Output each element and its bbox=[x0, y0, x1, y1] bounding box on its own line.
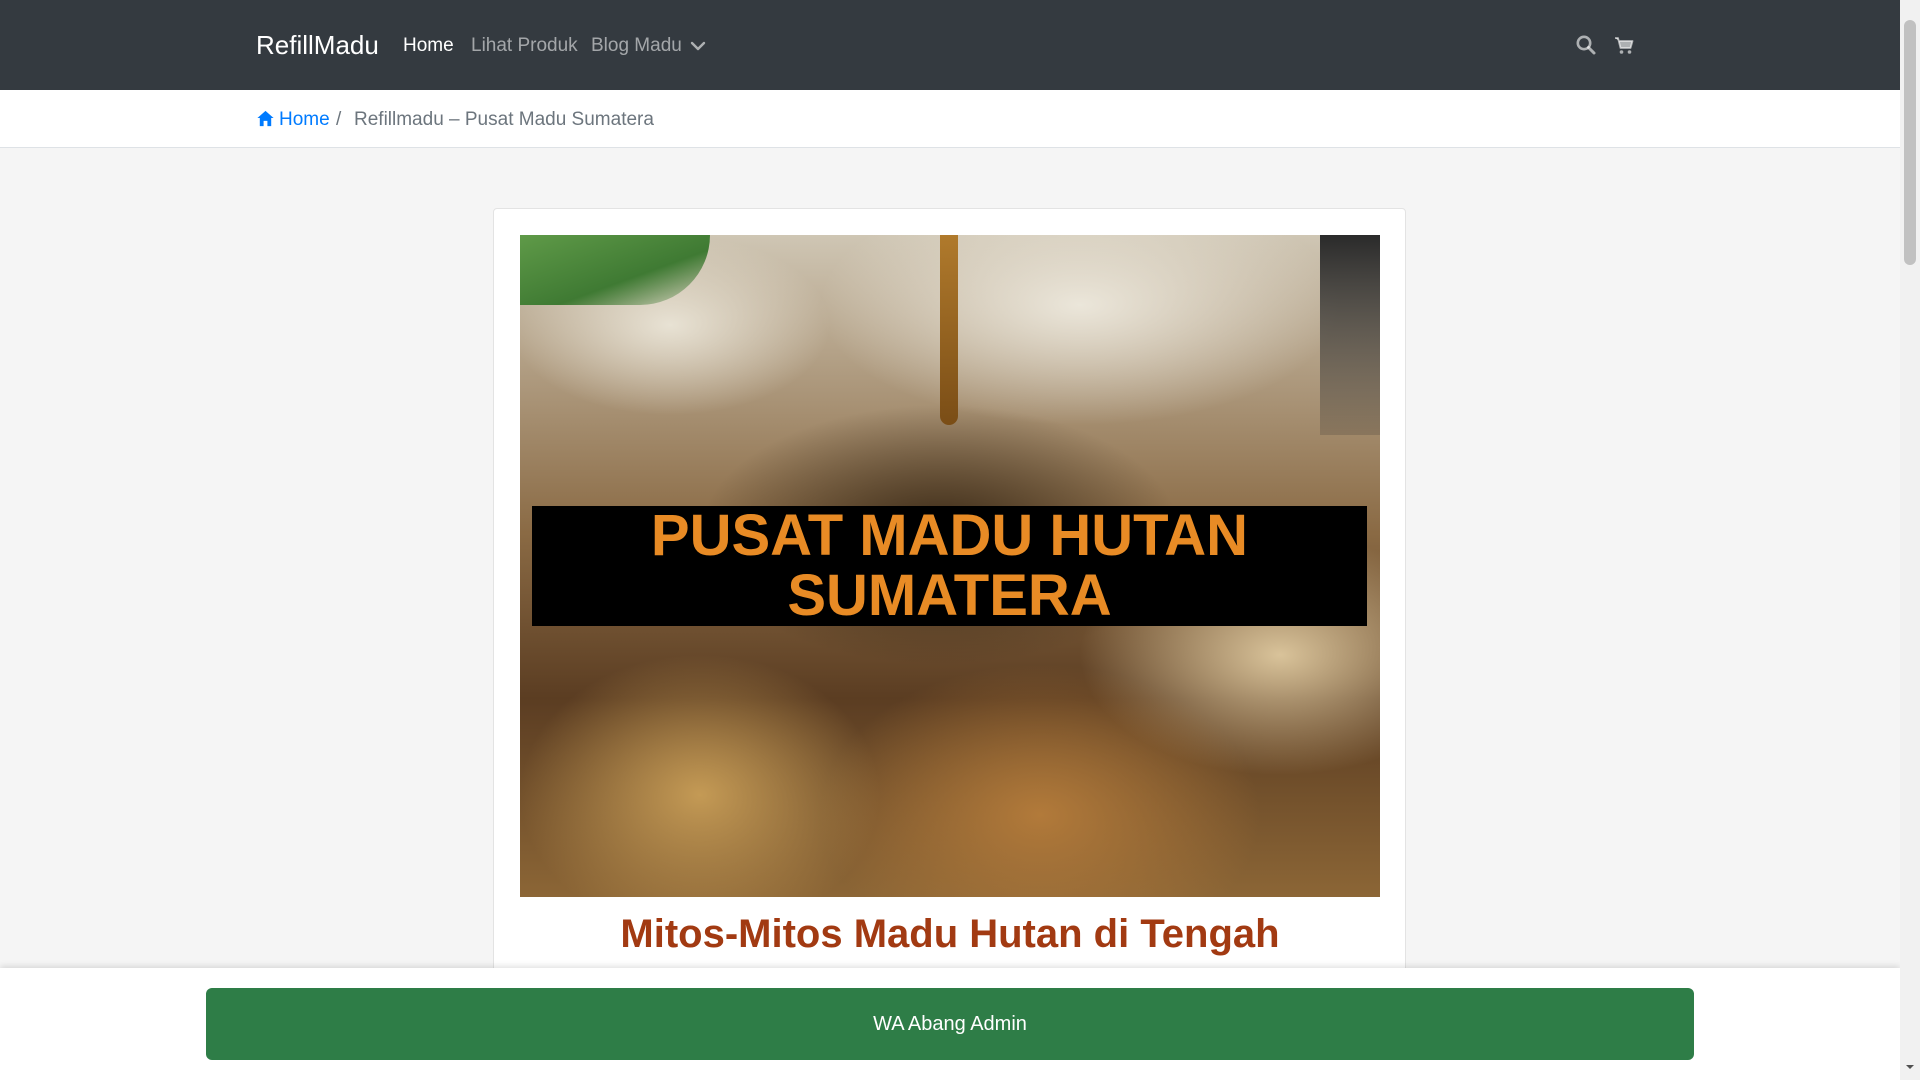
scroll-down-arrow-icon[interactable] bbox=[1905, 1062, 1915, 1072]
hero-image: PUSAT MADU HUTAN SUMATERA bbox=[520, 235, 1380, 897]
hero-banner-line1: PUSAT MADU HUTAN bbox=[650, 503, 1249, 568]
chevron-down-icon[interactable] bbox=[688, 36, 708, 56]
breadcrumb-home-link[interactable]: Home bbox=[279, 107, 330, 133]
sticky-footer: WA Abang Admin bbox=[0, 968, 1900, 1080]
scrollbar-thumb[interactable] bbox=[1904, 20, 1916, 265]
nav-blog-madu[interactable]: Blog Madu bbox=[591, 33, 682, 59]
hero-banner-line2: SUMATERA bbox=[787, 563, 1112, 628]
breadcrumb-separator: / bbox=[336, 109, 342, 130]
hero-banner: PUSAT MADU HUTAN SUMATERA bbox=[532, 506, 1367, 626]
scrollbar[interactable] bbox=[1900, 0, 1920, 1080]
page: RefillMadu Home Lihat Produk Blog Madu H… bbox=[0, 0, 1900, 1080]
nav-home[interactable]: Home bbox=[403, 33, 454, 59]
top-navbar: RefillMadu Home Lihat Produk Blog Madu bbox=[0, 0, 1900, 90]
cart-icon[interactable] bbox=[1613, 34, 1635, 56]
brand-logo[interactable]: RefillMadu bbox=[256, 28, 379, 62]
hero-banner-text: PUSAT MADU HUTAN SUMATERA bbox=[532, 506, 1367, 626]
image-shadow bbox=[1320, 235, 1380, 435]
breadcrumb: Home / Refillmadu – Pusat Madu Sumatera bbox=[0, 90, 1900, 148]
honey-stream bbox=[940, 235, 958, 425]
whatsapp-admin-button[interactable]: WA Abang Admin bbox=[206, 988, 1694, 1060]
home-icon[interactable] bbox=[256, 109, 275, 128]
post-title[interactable]: Mitos-Mitos Madu Hutan di Tengah bbox=[520, 908, 1380, 960]
search-icon[interactable] bbox=[1575, 34, 1597, 56]
leaf-decoration bbox=[520, 235, 710, 305]
nav-lihat-produk[interactable]: Lihat Produk bbox=[471, 33, 578, 59]
breadcrumb-current: Refillmadu – Pusat Madu Sumatera bbox=[354, 109, 654, 130]
